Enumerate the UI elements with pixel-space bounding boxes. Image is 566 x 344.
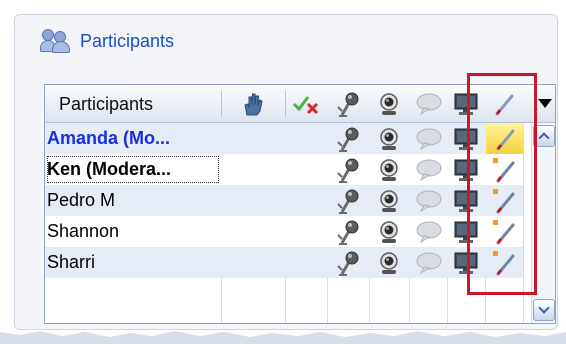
panel-title-text: Participants — [80, 30, 175, 51]
microphone-icon[interactable] — [329, 216, 369, 247]
participant-row[interactable]: Pedro M — [45, 185, 523, 216]
microphone-icon[interactable] — [329, 154, 369, 185]
raise-hand-icon[interactable] — [235, 85, 271, 123]
participant-name: Pedro M — [47, 190, 116, 210]
webcam-icon[interactable] — [369, 85, 409, 123]
webcam-icon[interactable] — [369, 154, 409, 185]
microphone-icon[interactable] — [329, 85, 369, 123]
participant-name: Sharri — [47, 252, 96, 272]
webcam-icon[interactable] — [369, 247, 409, 278]
microphone-icon[interactable] — [329, 247, 369, 278]
chat-bubble-icon[interactable] — [409, 154, 449, 185]
chat-bubble-icon[interactable] — [409, 185, 449, 216]
torn-edge — [0, 331, 566, 344]
dropdown-arrow-icon[interactable] — [538, 99, 552, 108]
chevron-up-icon — [538, 132, 550, 144]
scroll-down-button[interactable] — [533, 299, 555, 321]
participant-row[interactable]: Ken (Modera... — [45, 154, 523, 185]
chat-bubble-icon[interactable] — [409, 216, 449, 247]
microphone-icon[interactable] — [329, 123, 369, 154]
participant-row[interactable]: Amanda (Mo... — [45, 123, 523, 154]
webcam-icon[interactable] — [369, 123, 409, 154]
chat-bubble-icon[interactable] — [409, 123, 449, 154]
participant-list: Amanda (Mo... Ken (Modera... Pedro M Sha… — [45, 123, 523, 278]
panel-title: Participants — [36, 26, 183, 56]
webcam-icon[interactable] — [369, 216, 409, 247]
annotation-column-highlight — [467, 73, 537, 295]
chevron-down-icon — [538, 302, 550, 314]
participant-name: Shannon — [47, 221, 120, 241]
people-icon — [40, 29, 72, 53]
microphone-icon[interactable] — [329, 185, 369, 216]
column-header-participants[interactable]: Participants — [45, 85, 221, 123]
participant-row[interactable]: Sharri — [45, 247, 523, 278]
participant-name: Amanda (Mo... — [47, 128, 171, 148]
webcam-icon[interactable] — [369, 185, 409, 216]
participant-row[interactable]: Shannon — [45, 216, 523, 247]
chat-bubble-icon[interactable] — [409, 85, 449, 123]
participant-name: Ken (Modera... — [45, 154, 221, 185]
chat-bubble-icon[interactable] — [409, 247, 449, 278]
check-x-icon[interactable] — [287, 85, 327, 123]
